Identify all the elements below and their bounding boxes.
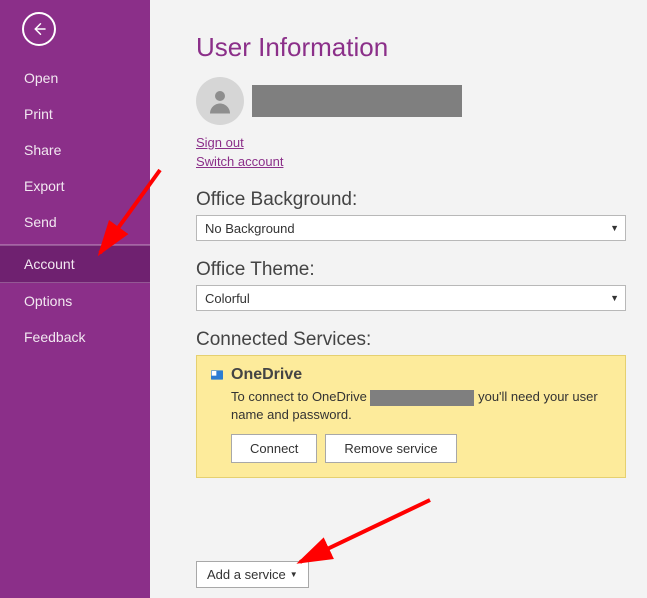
avatar [196,77,244,125]
connected-services-panel: OneDrive To connect to OneDrive you'll n… [196,355,626,478]
office-background-value: No Background [205,221,295,236]
back-button[interactable] [22,12,56,46]
add-service-button[interactable]: Add a service ▼ [196,561,309,588]
chevron-down-icon: ▼ [610,293,619,303]
chevron-down-icon: ▼ [290,570,298,579]
office-background-label: Office Background: [196,189,627,211]
onedrive-header: OneDrive [209,366,613,384]
sidebar-item-options[interactable]: Options [0,283,150,319]
sidebar-item-open[interactable]: Open [0,60,150,96]
user-name-redacted [252,85,462,117]
onedrive-account-redacted [370,390,474,406]
sidebar-item-feedback[interactable]: Feedback [0,319,150,355]
remove-service-button[interactable]: Remove service [325,434,456,463]
person-icon [205,86,235,116]
user-info-row [196,77,627,125]
chevron-down-icon: ▼ [610,223,619,233]
back-arrow-icon [30,20,48,38]
page-title: User Information [196,32,627,63]
office-theme-value: Colorful [205,291,250,306]
sign-out-link[interactable]: Sign out [196,135,244,150]
sidebar-item-account[interactable]: Account [0,245,150,283]
sidebar-item-share[interactable]: Share [0,132,150,168]
connected-services-label: Connected Services: [196,329,627,351]
office-theme-label: Office Theme: [196,259,627,281]
main-panel: User Information Sign out Switch account… [150,0,647,598]
switch-account-link[interactable]: Switch account [196,154,283,169]
sidebar-item-send[interactable]: Send [0,204,150,240]
onedrive-description: To connect to OneDrive you'll need your … [231,388,613,424]
sidebar-item-export[interactable]: Export [0,168,150,204]
office-background-dropdown[interactable]: No Background ▼ [196,215,626,241]
connect-button[interactable]: Connect [231,434,317,463]
add-service-label: Add a service [207,567,286,582]
office-theme-dropdown[interactable]: Colorful ▼ [196,285,626,311]
onedrive-name: OneDrive [231,366,302,384]
sidebar-item-print[interactable]: Print [0,96,150,132]
onedrive-icon [209,367,225,383]
backstage-sidebar: Open Print Share Export Send Account Opt… [0,0,150,598]
